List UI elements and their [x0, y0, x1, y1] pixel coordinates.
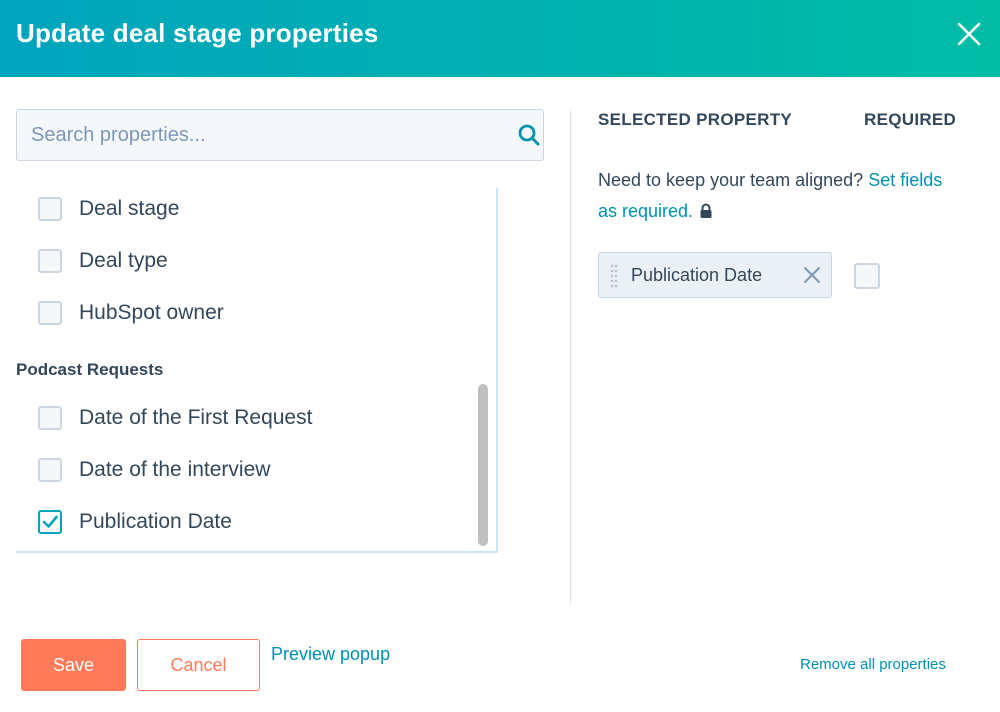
checkbox[interactable]: [38, 458, 62, 482]
list-item-label: Publication Date: [79, 510, 232, 533]
list-item-label: Date of the First Request: [79, 406, 313, 429]
search-input[interactable]: [17, 110, 487, 160]
column-header-selected: SELECTED PROPERTY: [598, 110, 793, 129]
list-item-hubspot-owner[interactable]: HubSpot owner: [38, 298, 224, 328]
checkbox-checked[interactable]: [38, 510, 62, 534]
close-icon[interactable]: [955, 20, 983, 48]
remove-all-properties-link[interactable]: Remove all properties: [800, 656, 946, 673]
search-icon[interactable]: [517, 123, 541, 147]
list-item-interview-date[interactable]: Date of the interview: [38, 455, 270, 485]
selected-property-chip[interactable]: Publication Date: [598, 252, 832, 298]
checkbox[interactable]: [38, 197, 62, 221]
column-header-required: REQUIRED: [864, 110, 957, 129]
list-item-label: Deal stage: [79, 197, 180, 220]
save-button[interactable]: Save: [21, 639, 126, 691]
group-heading: Podcast Requests: [16, 360, 164, 379]
list-item-label: Date of the interview: [79, 458, 271, 481]
scrollbar-thumb[interactable]: [478, 384, 488, 546]
search-box: [16, 109, 544, 161]
remove-property-icon[interactable]: [802, 265, 822, 285]
modal-title: Update deal stage properties: [16, 18, 379, 48]
list-item-first-request[interactable]: Date of the First Request: [38, 403, 312, 433]
modal-header: Update deal stage properties: [0, 0, 1000, 77]
list-item-label: HubSpot owner: [79, 301, 224, 324]
list-item-label: Deal type: [79, 249, 168, 272]
list-item-deal-type[interactable]: Deal type: [38, 246, 168, 276]
list-item-deal-stage[interactable]: Deal stage: [38, 194, 179, 224]
panel-divider: [570, 109, 571, 605]
required-hint: Need to keep your team aligned? Set fiel…: [598, 165, 958, 229]
checkbox[interactable]: [38, 301, 62, 325]
preview-popup-link[interactable]: Preview popup: [271, 644, 390, 665]
checkbox[interactable]: [38, 406, 62, 430]
drag-handle-icon[interactable]: [609, 263, 619, 289]
checkbox[interactable]: [38, 249, 62, 273]
checkmark-icon: [42, 515, 58, 528]
hint-text: Need to keep your team aligned?: [598, 170, 869, 190]
list-item-publication-date[interactable]: Publication Date: [38, 507, 232, 537]
required-checkbox[interactable]: [854, 263, 880, 289]
cancel-button[interactable]: Cancel: [137, 639, 260, 691]
lock-icon: [699, 198, 713, 229]
property-list: Deal stage Deal type HubSpot owner Podca…: [16, 188, 498, 553]
selected-property-label: Publication Date: [631, 265, 763, 285]
